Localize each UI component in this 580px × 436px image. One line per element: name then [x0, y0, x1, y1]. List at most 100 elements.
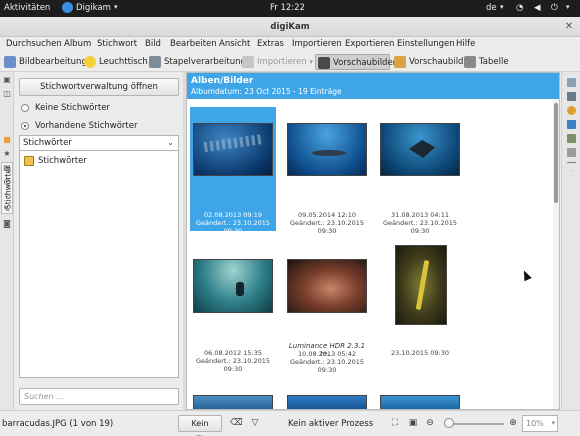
- window-title: digiKam: [270, 22, 310, 32]
- menu-hilfe[interactable]: Hilfe: [456, 39, 475, 49]
- star-icon[interactable]: ★: [3, 150, 11, 158]
- geolocation-icon[interactable]: [567, 120, 576, 129]
- thumbnail-item[interactable]: Luminance HDR 2.3.1 te... 10.08.2013 05:…: [284, 245, 370, 374]
- tree-item-keywords-root[interactable]: Stichwörter: [24, 155, 87, 167]
- funnel-icon[interactable]: ▽: [250, 418, 260, 428]
- properties-icon[interactable]: [567, 78, 576, 87]
- keyword-filter-select[interactable]: Stichwörter ⌄: [19, 135, 179, 150]
- image-editor-icon: [4, 56, 16, 68]
- import-button[interactable]: Importieren ▾: [242, 54, 313, 70]
- thumbnails-view-button[interactable]: Vorschaubilder: [315, 54, 396, 70]
- menu-bild[interactable]: Bild: [145, 39, 161, 49]
- search-icon[interactable]: ⌕: [3, 192, 11, 200]
- radio-no-keywords[interactable]: Keine Stichwörter: [21, 102, 110, 114]
- metadata-icon[interactable]: [567, 92, 576, 101]
- people-icon[interactable]: ◙: [3, 220, 11, 228]
- menu-importieren[interactable]: Importieren: [292, 39, 342, 49]
- menu-einstellungen[interactable]: Einstellungen: [397, 39, 455, 49]
- album-subtitle: Albumdatum: 23 Oct 2015 - 19 Einträge: [191, 87, 342, 96]
- zoom-slider-handle[interactable]: [444, 418, 454, 428]
- activities-button[interactable]: Aktivitäten: [4, 3, 50, 13]
- photo-partial[interactable]: [380, 395, 460, 409]
- close-icon[interactable]: ✕: [564, 22, 574, 32]
- window-titlebar: digiKam ✕: [0, 17, 580, 37]
- filter-icon[interactable]: [567, 162, 576, 171]
- zoom-level-select[interactable]: 10% ▾: [522, 415, 558, 432]
- chevron-down-icon: ⌄: [167, 138, 174, 147]
- keywords-panel: Stichwortverwaltung öffnen Keine Stichwö…: [15, 72, 183, 410]
- thumbnail-item[interactable]: 02.08.2013 09:19 Geändert.: 23.10.2015 0…: [189, 106, 277, 235]
- menu-extras[interactable]: Extras: [257, 39, 284, 49]
- current-file-label: barracudas.JPG (1 von 19): [2, 419, 114, 429]
- tags-icon[interactable]: ◫: [3, 90, 11, 98]
- photo-manta: [380, 123, 460, 176]
- gnome-top-bar: Aktivitäten Digikam ▾ Fr 12:22 de ▾ ◔ ◀ …: [0, 0, 580, 17]
- captions-icon[interactable]: [567, 134, 576, 143]
- right-sidebar-tabs: [561, 72, 580, 410]
- process-status: Kein aktiver Prozess: [288, 419, 374, 429]
- thumbnail-item[interactable]: 06.08.2012 15:35 Geändert.: 23.10.2015 0…: [190, 245, 276, 373]
- zoom-out-icon[interactable]: ⊖: [425, 418, 435, 428]
- tag-folder-icon: [24, 156, 34, 166]
- light-table-button[interactable]: Leuchttisch: [84, 54, 148, 70]
- radio-circle-selected: [21, 122, 29, 130]
- chevron-down-icon: ▾: [551, 419, 555, 427]
- thumbnail-item[interactable]: 23.10.2015 09:30: [377, 245, 463, 369]
- filter-button[interactable]: Kein ...ilter: [178, 415, 222, 436]
- chevron-down-icon: ▾: [500, 3, 504, 11]
- power-icon[interactable]: ⏻: [551, 3, 558, 13]
- table-view-button[interactable]: Tabelle: [464, 54, 509, 70]
- fit-to-window-icon[interactable]: ⛶: [390, 418, 400, 428]
- menu-durchsuchen[interactable]: Durchsuchen: [6, 39, 62, 49]
- menu-album[interactable]: Album: [64, 39, 91, 49]
- photo-barracudas: [193, 123, 273, 176]
- preview-view-button[interactable]: Vorschaubild: [394, 54, 463, 70]
- keyboard-layout[interactable]: de: [486, 3, 497, 13]
- thumbnail-item[interactable]: 31.08.2013 04:11 Geändert.: 23.10.2015 0…: [377, 107, 463, 235]
- photo-diver: [193, 259, 273, 313]
- menu-stichwort[interactable]: Stichwort: [97, 39, 137, 49]
- colors-icon[interactable]: [567, 106, 576, 115]
- radio-circle: [21, 104, 29, 112]
- menu-exportieren[interactable]: Exportieren: [345, 39, 394, 49]
- digikam-app-icon: [62, 2, 73, 13]
- left-sidebar-tabs: ▣ ◫ Stichwörter ■ ★ ▤ ◷ ⌕ ✎ ◙: [0, 72, 14, 410]
- versions-icon[interactable]: [567, 148, 576, 157]
- menu-ansicht[interactable]: Ansicht: [219, 39, 250, 49]
- main-toolbar: Bildbearbeitung Leuchttisch Stapelverarb…: [0, 52, 580, 72]
- image-editor-button[interactable]: Bildbearbeitung: [4, 54, 87, 70]
- photo-partial[interactable]: [287, 395, 367, 409]
- album-header: Alben/Bilder Albumdatum: 23 Oct 2015 - 1…: [187, 73, 559, 99]
- wifi-icon[interactable]: ◔: [516, 3, 523, 13]
- folder-icon[interactable]: ■: [3, 136, 11, 144]
- timeline-icon[interactable]: ◷: [3, 178, 11, 186]
- fit-selection-icon[interactable]: ▣: [408, 418, 418, 428]
- albums-icon[interactable]: ▣: [3, 76, 11, 84]
- app-menu-button[interactable]: Digikam: [76, 3, 111, 13]
- thumbnail-view: Alben/Bilder Albumdatum: 23 Oct 2015 - 1…: [186, 72, 560, 410]
- batch-queue-icon: [149, 56, 161, 68]
- vertical-scrollbar[interactable]: [553, 99, 559, 409]
- calendar-icon[interactable]: ▤: [3, 164, 11, 172]
- zoom-in-icon[interactable]: ⊕: [508, 418, 518, 428]
- photo-ghost-pipefish: [395, 245, 447, 325]
- clear-filter-icon[interactable]: ⌫: [230, 418, 243, 428]
- clock[interactable]: Fr 12:22: [270, 3, 305, 13]
- zoom-slider-track[interactable]: [450, 423, 504, 425]
- open-keyword-manager-button[interactable]: Stichwortverwaltung öffnen: [19, 78, 179, 96]
- thumbnails-icon: [318, 57, 330, 69]
- thumbnail-item[interactable]: 09.05.2014 12:10 Geändert.: 23.10.2015 0…: [284, 107, 370, 235]
- volume-icon[interactable]: ◀: [534, 3, 541, 13]
- fuzzy-search-icon[interactable]: ✎: [3, 206, 11, 214]
- photo-partial[interactable]: [193, 395, 273, 409]
- album-title: Alben/Bilder: [191, 76, 254, 86]
- batch-queue-button[interactable]: Stapelverarbeitung: [149, 54, 246, 70]
- scrollbar-thumb[interactable]: [554, 103, 558, 203]
- menu-bearbeiten[interactable]: Bearbeiten: [170, 39, 217, 49]
- table-icon: [464, 56, 476, 68]
- chevron-down-icon: ▾: [566, 3, 570, 11]
- chevron-down-icon: ▾: [114, 3, 118, 11]
- radio-existing-keywords[interactable]: Vorhandene Stichwörter: [21, 120, 137, 132]
- photo-frogfish: [287, 259, 367, 313]
- keyword-search-input[interactable]: Suchen ...: [19, 388, 179, 405]
